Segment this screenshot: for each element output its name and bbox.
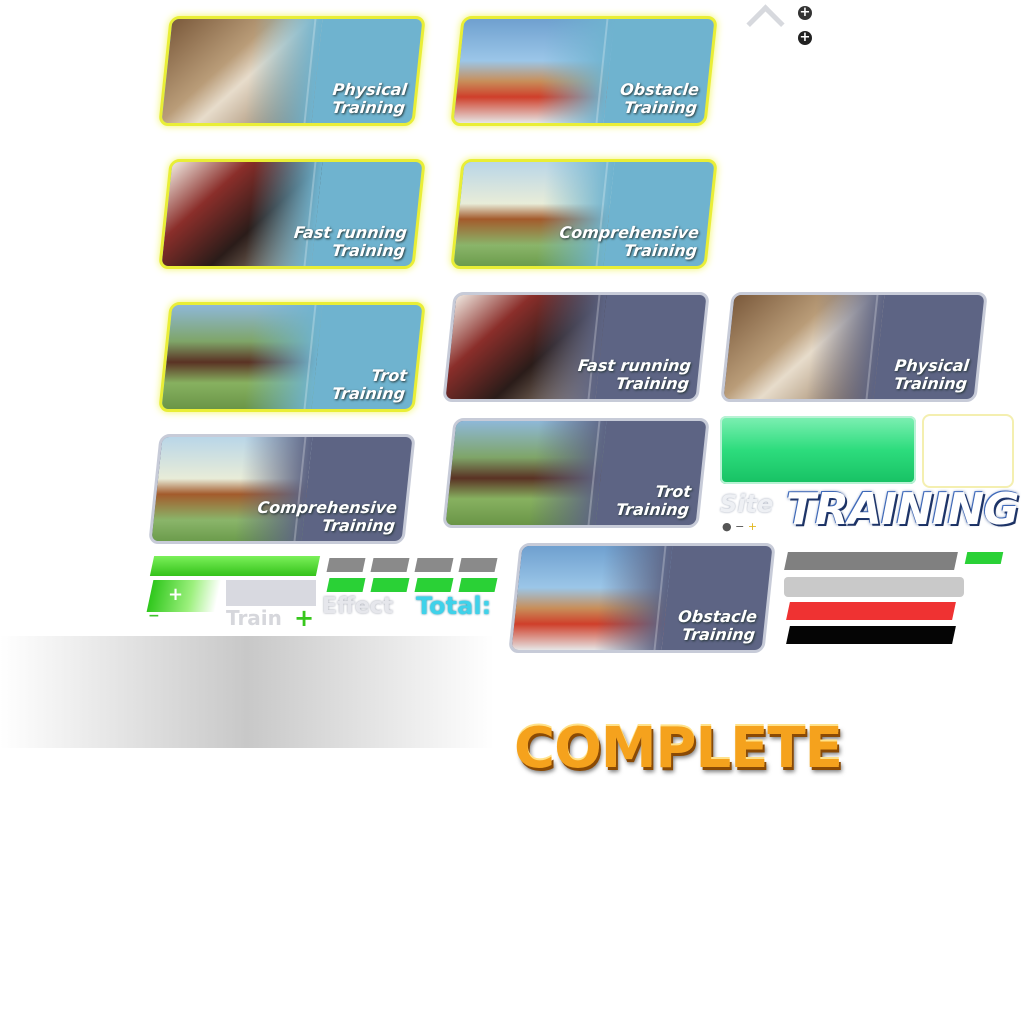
minus-icon: − [735,520,745,533]
card-label: Obstacle Training [619,80,701,117]
card-label: Trot Training [615,482,693,519]
card-label: Comprehensive Training [558,223,701,260]
card-label: Physical Training [331,80,409,117]
card-label: Comprehensive Training [256,498,399,535]
card-label: Physical Training [893,356,971,393]
empty-panel [922,414,1014,488]
segment-gray [326,558,366,572]
trot-training-image [161,305,323,409]
chevron-up-icon[interactable] [746,4,785,43]
segment-green [414,578,454,592]
site-icons: ● − + [722,520,757,533]
complete-banner: COMPLETE [514,716,843,781]
train-input-box [226,580,316,606]
site-label: Site [720,490,774,518]
gradient-banner [0,636,494,748]
segment-green [458,578,498,592]
physical-training-image [161,19,323,123]
obstacle-training-image [453,19,615,123]
move-icon: + [798,5,812,20]
card-fast-running-training[interactable]: Fast running Training [442,292,710,402]
effect-label: Effect [322,594,394,619]
card-comprehensive-training-selected[interactable]: Comprehensive Training [450,159,718,269]
segment-gray [370,558,410,572]
training-title: TRAINING [786,484,1019,535]
plus-icon[interactable]: + [798,31,812,45]
minus-icon: − [148,608,160,624]
card-obstacle-training[interactable]: Obstacle Training [508,543,776,653]
dot-icon: ● [722,520,732,533]
card-comprehensive-training[interactable]: Comprehensive Training [148,434,416,544]
train-label: Train [226,606,282,630]
obstacle-training-image [511,546,673,650]
segment-gray [458,558,498,572]
gray-bar-light [784,577,964,597]
card-label: Trot Training [331,366,409,403]
total-label: Total: [416,592,492,620]
card-fast-running-training-selected[interactable]: Fast running Training [158,159,426,269]
red-bar [786,602,956,620]
plus-icon: + [168,584,184,605]
card-trot-training[interactable]: Trot Training [442,418,710,528]
green-small-bar [964,552,1004,564]
card-physical-training-selected[interactable]: Physical Training [158,16,426,126]
card-physical-training[interactable]: Physical Training [720,292,988,402]
trot-training-image [445,421,607,525]
segment-green [326,578,366,592]
segment-gray [414,558,454,572]
segment-green [370,578,410,592]
train-plus-icon: + [294,604,315,632]
plus-small-icon: + [747,520,758,533]
gray-bar-dark [784,552,958,570]
card-label: Obstacle Training [677,607,759,644]
card-label: Fast running Training [293,223,409,260]
black-bar [786,626,956,644]
card-obstacle-training-selected[interactable]: Obstacle Training [450,16,718,126]
physical-training-image [723,295,885,399]
green-progress-bar [149,556,321,576]
card-label: Fast running Training [577,356,693,393]
card-trot-training-selected[interactable]: Trot Training [158,302,426,412]
green-button[interactable] [720,416,916,484]
